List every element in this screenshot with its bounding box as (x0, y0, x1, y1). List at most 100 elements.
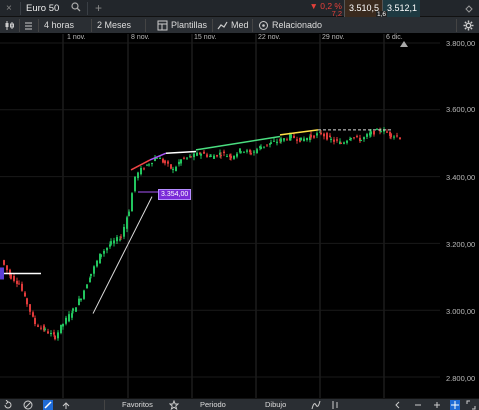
crosshair-icon[interactable] (450, 400, 460, 410)
templates-icon[interactable] (157, 20, 168, 31)
candle-body (220, 155, 222, 157)
close-icon[interactable]: × (6, 3, 12, 14)
candle-body (37, 325, 39, 327)
candle-body (363, 137, 365, 140)
indicator-icon[interactable] (217, 20, 228, 31)
candle-body (233, 155, 235, 159)
more-icon[interactable] (464, 3, 475, 14)
candle-body (6, 265, 8, 271)
candle-body (106, 247, 108, 251)
candle-body (65, 317, 67, 324)
candle-body (310, 134, 312, 138)
candle-body (24, 292, 26, 297)
candle-body (246, 150, 248, 152)
reset-icon[interactable] (3, 400, 13, 410)
candle-body (126, 217, 128, 229)
related-button[interactable]: Relacionado (272, 20, 322, 30)
interval-selector[interactable]: 4 horas (44, 20, 74, 30)
candle-body (273, 140, 275, 142)
y-tick: 2.800,00 (446, 374, 476, 383)
candle-body (78, 298, 80, 306)
instrument-name[interactable]: Euro 50 (26, 3, 59, 14)
candle-body (86, 284, 88, 289)
x-tick: 29 nov. (322, 34, 345, 41)
star-icon[interactable] (169, 400, 179, 410)
y-tick: 3.400,00 (446, 173, 476, 182)
candle-body (3, 260, 5, 265)
candle-body (167, 161, 169, 164)
candle-body (280, 138, 282, 142)
zoom-in-icon[interactable] (432, 400, 442, 410)
settings-icon[interactable] (463, 20, 474, 31)
scroll-back-icon[interactable] (393, 400, 403, 410)
candle-body (53, 332, 55, 335)
favorites-button[interactable]: Favoritos (122, 400, 153, 409)
arrows-icon[interactable] (61, 400, 71, 410)
y-tick: 3.200,00 (446, 240, 476, 249)
candle-body (256, 149, 258, 154)
trend-line-yellow (279, 129, 319, 136)
candle-body (80, 298, 82, 301)
chart-canvas[interactable] (0, 34, 479, 398)
candle-body (366, 134, 368, 137)
candle-body (296, 139, 298, 141)
candle-body (40, 327, 42, 329)
candlestick-icon[interactable] (4, 20, 15, 31)
left-marker (0, 267, 4, 280)
candle-body (137, 172, 139, 179)
down-arrow-icon: ▼ (309, 1, 318, 11)
divider (19, 19, 20, 32)
zoom-out-icon[interactable] (413, 400, 423, 410)
bars-icon[interactable] (23, 20, 34, 31)
candle-body (250, 153, 252, 155)
candle-body (10, 274, 12, 279)
candle-body (216, 154, 218, 157)
fx-icon[interactable] (311, 400, 321, 410)
price-chart[interactable]: 3.800,00 3.600,00 3.400,00 3.200,00 3.00… (0, 34, 479, 398)
candle-body (100, 254, 102, 257)
candle-body (18, 283, 20, 285)
candle-body (170, 164, 172, 169)
candle-body (293, 135, 295, 139)
candle-body (203, 151, 205, 154)
price-annotation-label[interactable]: 3.354,00 (158, 189, 192, 200)
divider (252, 19, 253, 32)
change-display: ▼ 0,2 % 7,2 (300, 0, 342, 18)
period-button[interactable]: Periodo (200, 400, 226, 409)
candle-body (380, 131, 382, 133)
pencil-icon[interactable] (43, 400, 53, 410)
ask-price: 3.512,1 (387, 3, 418, 13)
drawing-button[interactable]: Dibujo (265, 400, 286, 409)
add-icon[interactable]: + (95, 1, 102, 15)
candle-body (96, 260, 98, 267)
candle-body (190, 156, 192, 158)
related-icon[interactable] (258, 20, 269, 31)
candle-body (134, 176, 136, 192)
no-drawing-icon[interactable] (23, 400, 33, 410)
search-icon[interactable] (71, 2, 81, 12)
x-tick: 8 nov. (131, 34, 150, 41)
range-selector[interactable]: 2 Meses (97, 20, 131, 30)
scroll-up-icon[interactable] (400, 41, 408, 47)
divider (212, 19, 213, 32)
candle-body (193, 153, 195, 158)
expand-icon[interactable] (466, 400, 476, 410)
candle-body (240, 151, 242, 153)
candle-body (26, 298, 28, 305)
candle-body (180, 159, 182, 164)
candle-body (57, 332, 59, 339)
candle-body (393, 136, 395, 138)
candle-body (333, 139, 335, 142)
candle-body (370, 131, 372, 135)
buy-price-button[interactable]: 3.512,1 (382, 0, 420, 17)
indicators-button[interactable]: Med (231, 20, 249, 30)
templates-button[interactable]: Plantillas (171, 20, 207, 30)
candle-body (196, 152, 198, 156)
trend-line-green (195, 135, 281, 151)
bid-price: 3.510,5 (349, 3, 380, 13)
chart-type-icon[interactable] (330, 400, 340, 410)
candle-body (386, 131, 388, 133)
top-bar: × Euro 50 + ▼ 0,2 % 7,2 3.510,5 3.512,1 … (0, 0, 479, 18)
candle-body (343, 142, 345, 144)
candle-body (390, 133, 392, 138)
